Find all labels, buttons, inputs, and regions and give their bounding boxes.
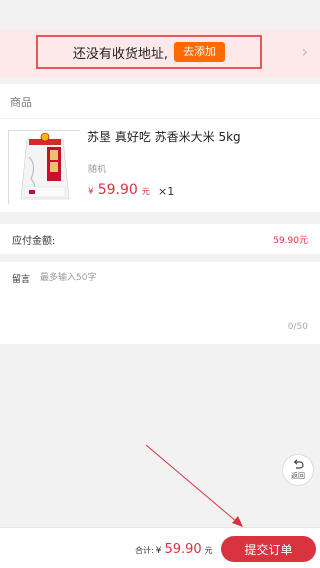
total-amount: 59.90 <box>164 542 202 557</box>
address-prompt: 还没有收货地址, <box>72 46 169 62</box>
total-currency: ¥ <box>155 546 162 556</box>
back-label: 返回 <box>291 472 305 480</box>
rice-bag-image <box>9 131 81 205</box>
payable-value: 59.90元 <box>273 236 308 246</box>
product-name[interactable]: 苏垦 真好吃 苏香米大米 5kg <box>87 128 241 145</box>
chevron-right-icon[interactable]: › <box>302 42 308 61</box>
product-image[interactable] <box>8 130 81 205</box>
address-banner[interactable]: 还没有收货地址, 去添加 › <box>0 30 320 107</box>
bottom-bar: 合计: ¥ 59.90 元 提交订单 <box>0 527 320 568</box>
payable-label: 应付金额: <box>12 236 56 247</box>
order-total: 合计: ¥ 59.90 元 <box>135 542 213 557</box>
back-button[interactable]: 返回 <box>282 454 314 486</box>
goods-section: 商品 苏垦 真好吃 苏香米大米 5kg 随机 ¥ 59.90 元 ×1 <box>0 84 320 212</box>
return-arrow-icon <box>293 459 304 469</box>
product-price: ¥ 59.90 元 <box>88 182 150 198</box>
price-amount: 59.90 <box>97 182 138 198</box>
price-currency: ¥ <box>88 187 94 197</box>
submit-order-button[interactable]: 提交订单 <box>221 536 316 562</box>
price-unit: 元 <box>141 187 150 196</box>
divider <box>0 118 320 119</box>
add-address-button[interactable]: 去添加 <box>174 42 226 62</box>
message-counter: 0/50 <box>287 322 308 332</box>
message-input[interactable] <box>40 270 300 326</box>
message-section: 留言 0/50 <box>0 262 320 344</box>
address-highlight-box: 还没有收货地址, 去添加 <box>36 35 262 69</box>
message-label: 留言 <box>12 275 31 285</box>
payable-row: 应付金额: 59.90元 <box>0 224 320 254</box>
product-quantity: ×1 <box>158 185 175 198</box>
goods-section-title: 商品 <box>10 96 32 109</box>
total-label: 合计: <box>135 546 154 555</box>
total-unit: 元 <box>204 546 213 555</box>
product-spec: 随机 <box>88 165 107 175</box>
